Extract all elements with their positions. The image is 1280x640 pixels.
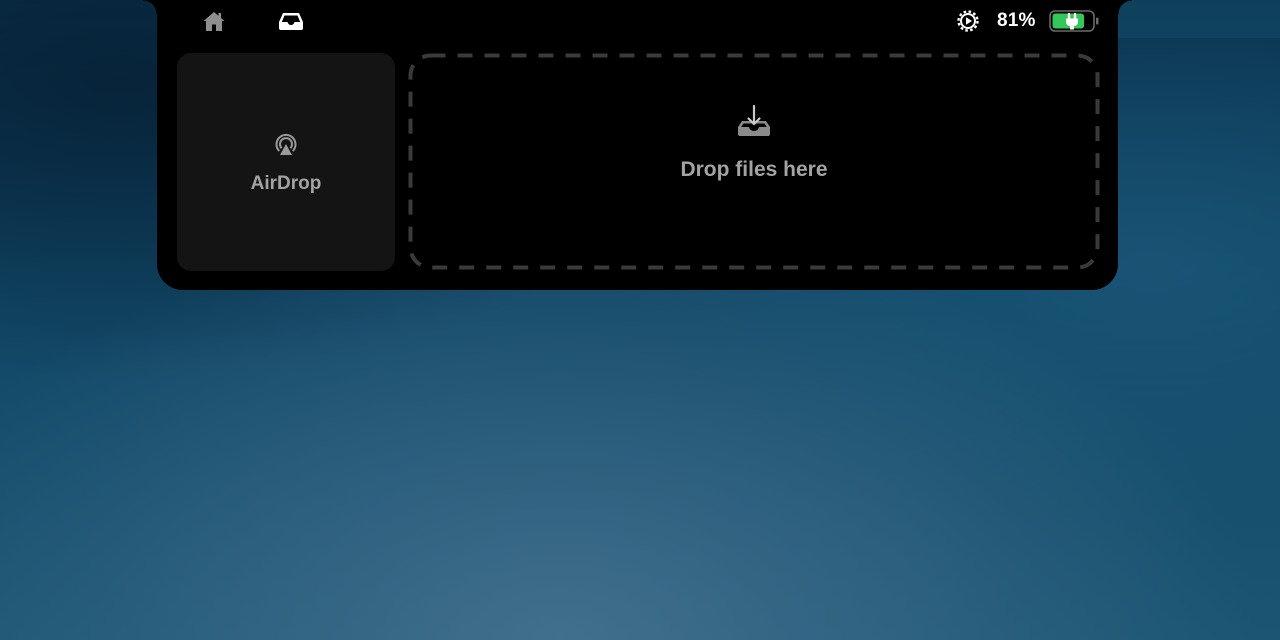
timer-gear-icon[interactable] [955,8,981,34]
battery-charging-icon[interactable] [1049,8,1101,34]
tray-download-icon [736,103,772,139]
airdrop-icon [273,132,299,158]
battery-percent: 81% [997,10,1036,31]
menu-bar-background [1118,0,1280,38]
notch-panel: 81% AirDrop Drop files here [143,0,1132,290]
airdrop-label: AirDrop [250,173,322,194]
drop-files-label: Drop files here [680,158,828,181]
airdrop-tile[interactable]: AirDrop [177,53,395,271]
home-icon[interactable] [201,8,227,34]
tray-icon[interactable] [278,8,304,34]
drop-files-zone[interactable]: Drop files here [408,53,1100,270]
